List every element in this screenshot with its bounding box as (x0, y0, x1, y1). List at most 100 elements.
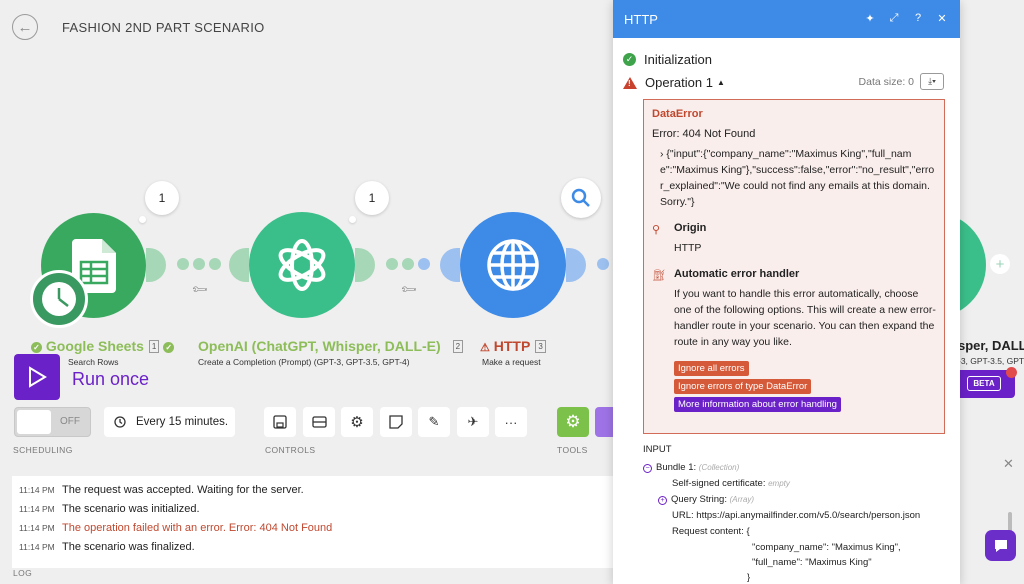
more-button[interactable]: ··· (495, 407, 527, 437)
log-message-error[interactable]: The operation failed with an error. Erro… (62, 522, 332, 534)
tools-button[interactable]: ⚙︎ (557, 407, 589, 437)
openai-node[interactable] (249, 212, 355, 318)
expand-icon[interactable]: + (658, 496, 667, 505)
explain-flow-button[interactable]: ✈︎ (457, 407, 489, 437)
chevron-right-icon: › (660, 148, 664, 160)
log-row: 11:14 PM The scenario was finalized. (12, 537, 632, 556)
cert-row: Self-signed certificate: empty (672, 478, 790, 489)
note-icon (389, 415, 403, 429)
caret-up-icon: ▲ (716, 78, 725, 87)
operations-bubble[interactable]: 1 (355, 181, 389, 215)
layout-icon (311, 416, 327, 428)
magic-wand-icon: ✎︎ (428, 414, 440, 429)
openai-label: OpenAI (ChatGPT, Whisper, DALL-E) 2 (198, 338, 464, 354)
error-message: Error: 404 Not Found (652, 128, 756, 140)
ignore-type-errors-button[interactable]: Ignore errors of type DataError (673, 379, 812, 394)
run-once-label[interactable]: Run once (72, 369, 149, 390)
content-row: Request content: { (672, 526, 750, 537)
link-dot (193, 258, 205, 270)
link-dot (177, 258, 189, 270)
node-title: Google Sheets (45, 338, 144, 354)
clock-icon (114, 416, 126, 428)
url-row: URL: https://api.anymailfinder.com/v5.0/… (672, 510, 920, 521)
log-message: The scenario was initialized. (62, 502, 200, 515)
airplane-icon: ✈︎ (467, 414, 479, 429)
wrench-icon[interactable]: 🔧︎ (399, 280, 418, 299)
settings-button[interactable]: ⚙︎ (341, 407, 373, 437)
link-dot (402, 258, 414, 270)
node-connector (146, 248, 166, 282)
log-row: 11:14 PM The request was accepted. Waitin… (12, 480, 632, 499)
error-type: DataError (652, 108, 703, 120)
ignore-all-errors-button[interactable]: Ignore all errors (673, 361, 749, 376)
warning-icon: ! (623, 76, 637, 89)
schedule-clock-badge[interactable] (30, 270, 88, 328)
schedule-text: Every 15 minutes. (136, 416, 229, 428)
query-row[interactable]: + Query String: (Array) (658, 494, 754, 505)
back-button[interactable]: ← (12, 14, 38, 40)
content-open: { (746, 526, 750, 537)
save-button[interactable] (264, 407, 296, 437)
flow-control-button[interactable] (595, 407, 613, 437)
scheduling-toggle[interactable]: OFF (14, 407, 91, 437)
origin-label: Origin (674, 222, 707, 234)
query-label: Query String: (671, 494, 727, 505)
schedule-setting[interactable]: Every 15 minutes. (104, 407, 235, 437)
auto-align-button[interactable]: ✎︎ (418, 407, 450, 437)
chat-icon (994, 539, 1007, 552)
initialization-row[interactable]: ✓ Initialization (623, 52, 712, 67)
node-subtitle: -3, GPT-3.5, GPT- (958, 356, 1024, 366)
gear-icon: ⚙︎ (350, 414, 364, 431)
notes-button[interactable] (303, 407, 335, 437)
data-size: Data size: 0 (858, 76, 914, 88)
expand-icon[interactable]: ⤢ (888, 12, 900, 25)
log-message: The request was accepted. Waiting for th… (62, 483, 304, 496)
sparkle-icon[interactable]: ✦ (864, 12, 876, 25)
tools-label: TOOLS (557, 445, 588, 455)
log-message: The scenario was finalized. (62, 540, 195, 553)
controls-label: CONTROLS (265, 445, 316, 455)
node-title: HTTP (493, 338, 531, 354)
operation-row[interactable]: ! Operation 1 ▲ (623, 75, 725, 90)
collapse-icon[interactable]: − (643, 464, 652, 473)
bundle-type: (Collection) (698, 463, 740, 472)
panel-header-icons: ✦ ⤢ ? ✕ (864, 12, 948, 25)
globe-icon (487, 239, 539, 291)
node-number: 3 (535, 340, 546, 353)
node-number: 2 (452, 340, 464, 353)
origin-section: ⚲ Origin HTTP (652, 222, 936, 256)
run-once-button[interactable] (14, 354, 60, 400)
notification-dot (1006, 367, 1017, 378)
operations-bubble[interactable]: 1 (145, 181, 179, 215)
node-connector (229, 248, 249, 282)
inspect-button[interactable] (561, 178, 601, 218)
http-node[interactable] (460, 212, 566, 318)
download-button[interactable]: ⤓▾ (920, 73, 944, 90)
url-label: URL: (672, 510, 694, 521)
error-json[interactable]: › {"input":{"company_name":"Maximus King… (652, 146, 936, 210)
add-module-button[interactable]: + (990, 254, 1010, 274)
arrow-left-icon: ← (17, 18, 33, 36)
help-icon[interactable]: ? (912, 12, 924, 25)
close-log-icon[interactable]: ✕ (1003, 456, 1014, 472)
wrench-icon[interactable]: 🔧︎ (190, 280, 209, 299)
notes-sticky-button[interactable] (380, 407, 412, 437)
node-connector (355, 248, 375, 282)
close-icon[interactable]: ✕ (936, 12, 948, 25)
help-chat-button[interactable] (985, 530, 1016, 561)
panel-title: HTTP (624, 11, 658, 27)
pin-icon: ⚲ (652, 224, 661, 236)
google-sheets-label: ✓ Google Sheets 1 ✓ (31, 338, 175, 354)
node-connector (566, 248, 586, 282)
link-dot (386, 258, 398, 270)
content-line: "company_name": "Maximus King", (752, 542, 901, 553)
log-row[interactable]: 11:14 PM The operation failed with an err… (12, 518, 632, 537)
content-line: "full_name": "Maximus King" (752, 557, 872, 568)
more-info-button[interactable]: More information about error handling (673, 397, 841, 412)
scenario-title: FASHION 2ND PART SCENARIO (62, 20, 265, 35)
openai-2-label: sper, DALL- (958, 338, 1024, 353)
http-label: ⚠︎ HTTP 3 (480, 338, 546, 354)
node-number: 1 (148, 340, 160, 353)
link-dot (418, 258, 430, 270)
bundle-row[interactable]: − Bundle 1: (Collection) (643, 462, 739, 473)
